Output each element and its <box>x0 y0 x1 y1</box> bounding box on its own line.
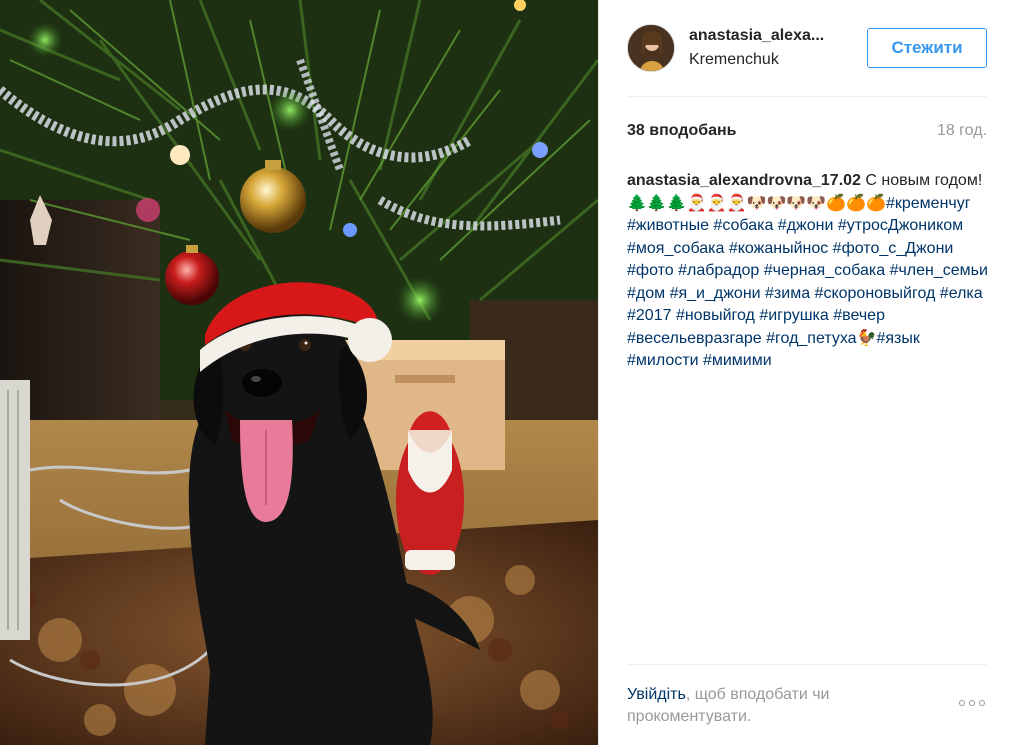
post-caption: anastasia_alexandrovna_17.02 С новым год… <box>627 170 989 373</box>
footer-divider <box>627 664 987 665</box>
more-dot <box>959 700 965 706</box>
post-header: anastasia_alexa... Kremenchuk Стежити <box>627 20 987 76</box>
instagram-post: anastasia_alexa... Kremenchuk Стежити 38… <box>0 0 1014 745</box>
likes-count[interactable]: 38 вподобань <box>627 122 737 140</box>
follow-button[interactable]: Стежити <box>867 28 987 68</box>
post-stats: 38 вподобань 18 год. <box>627 122 987 140</box>
caption-text: С новым годом! <box>860 172 983 189</box>
more-options-icon[interactable] <box>957 698 987 708</box>
username-link[interactable]: anastasia_alexa... <box>689 27 849 45</box>
caption-hashtags[interactable]: #кременчуг #животные #собака #джони #утр… <box>627 195 988 370</box>
more-dot <box>979 700 985 706</box>
user-block: anastasia_alexa... Kremenchuk <box>689 27 857 69</box>
avatar[interactable] <box>627 24 675 72</box>
caption-username-link[interactable]: anastasia_alexandrovna_17.02 <box>627 172 861 189</box>
more-dot <box>969 700 975 706</box>
post-footer: Увійдіть, щоб вподобати чи прокоментуват… <box>627 684 987 728</box>
caption-emoji: 🌲🌲🌲🎅🎅🎅🐶🐶🐶🐶🍊🍊🍊 <box>627 194 886 212</box>
post-photo[interactable] <box>0 0 598 745</box>
photo-dog-christmas-tree <box>0 0 598 745</box>
avatar-image <box>628 25 674 71</box>
post-time[interactable]: 18 год. <box>937 122 987 140</box>
post-side-panel: anastasia_alexa... Kremenchuk Стежити 38… <box>598 0 1014 745</box>
login-link[interactable]: Увійдіть <box>627 686 686 703</box>
header-divider <box>627 96 987 97</box>
location-link[interactable]: Kremenchuk <box>689 51 857 69</box>
login-prompt: Увійдіть, щоб вподобати чи прокоментуват… <box>627 684 907 728</box>
